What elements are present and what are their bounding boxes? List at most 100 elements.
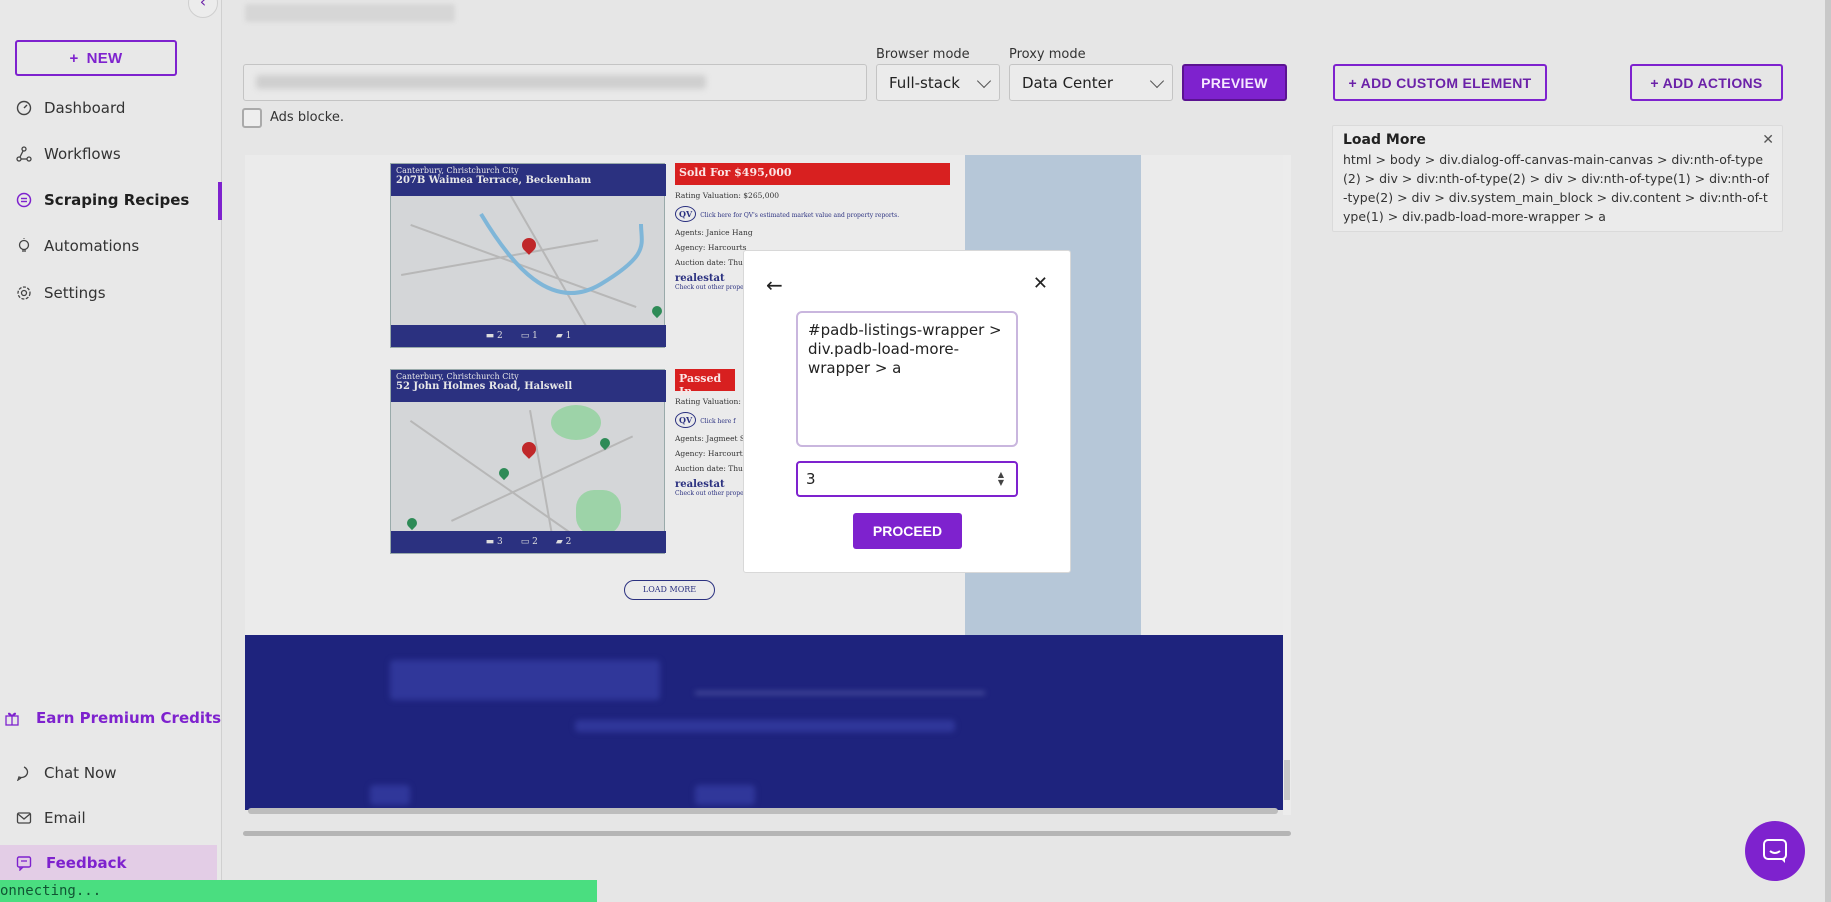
sidebar-item-label: Workflows <box>44 145 121 163</box>
proxy-mode-label: Proxy mode <box>1009 47 1086 62</box>
add-custom-element-button[interactable]: + ADD CUSTOM ELEMENT <box>1333 64 1547 101</box>
map-pin-icon <box>597 435 613 451</box>
bed-count: 2 <box>497 331 503 341</box>
repeat-count-input[interactable]: 3 ▲ ▼ <box>796 461 1018 497</box>
sidebar-item-scraping-recipes[interactable]: Scraping Recipes <box>0 182 222 220</box>
bed-count: 3 <box>497 537 503 547</box>
bed-icon: ▬ 2 <box>485 331 503 341</box>
repeat-count-value: 3 <box>806 470 816 488</box>
chat-bubble-icon <box>1763 839 1787 863</box>
page-vertical-scrollbar[interactable] <box>1825 0 1831 902</box>
email-label: Email <box>44 809 86 827</box>
bath-icon: ▭ 2 <box>520 537 538 547</box>
listing-suburb: Canterbury, Christchurch City <box>396 166 519 175</box>
element-title: Load More <box>1343 132 1426 148</box>
url-input[interactable] <box>243 64 867 101</box>
page-title <box>245 4 455 22</box>
bath-count: 1 <box>532 331 538 341</box>
number-stepper-icon[interactable]: ▲ ▼ <box>998 471 1004 487</box>
park-area <box>576 490 621 535</box>
chat-now-link[interactable]: Chat Now <box>0 755 222 791</box>
gauge-icon <box>16 100 32 116</box>
sidebar-item-settings[interactable]: Settings <box>0 275 222 311</box>
sidebar-item-dashboard[interactable]: Dashboard <box>0 90 222 126</box>
gear-icon <box>17 286 31 300</box>
selected-element-card[interactable]: Load More html > body > div.dialog-off-c… <box>1332 125 1783 232</box>
preview-vertical-scrollbar[interactable] <box>1283 155 1291 815</box>
gift-icon <box>5 712 19 726</box>
earn-premium-credits-link[interactable]: Earn Premium Credits <box>0 700 222 736</box>
listing-status: Sold For $495,000 <box>675 163 950 185</box>
back-arrow-icon[interactable]: ← <box>766 273 783 297</box>
bath-count: 2 <box>532 537 538 547</box>
qv-link[interactable]: Click here f <box>700 418 735 425</box>
add-actions-button[interactable]: + ADD ACTIONS <box>1630 64 1783 101</box>
mail-icon <box>16 812 32 824</box>
listing-address: 207B Waimea Terrace, Beckenham <box>396 175 592 186</box>
sidebar-item-label: Dashboard <box>44 99 126 117</box>
preview-horizontal-scrollbar[interactable] <box>248 808 1278 814</box>
selector-textarea[interactable]: #padb-listings-wrapper > div.padb-load-m… <box>796 311 1018 447</box>
chevron-down-icon <box>976 73 992 89</box>
rating-valuation: Rating Valuation: $265,000 <box>675 191 780 200</box>
email-link[interactable]: Email <box>0 800 222 836</box>
listing-features: ▬ 2 ▭ 1 ▰ 1 <box>391 325 666 347</box>
bed-icon: ▬ 3 <box>485 537 503 547</box>
sidebar-item-label: Scraping Recipes <box>44 191 190 209</box>
site-footer <box>245 635 1283 810</box>
ads-blocker-label: Ads blocke. <box>270 110 344 125</box>
proceed-button[interactable]: PROCEED <box>853 513 962 549</box>
new-button[interactable]: + NEW <box>15 40 177 76</box>
bath-icon: ▭ 1 <box>520 331 538 341</box>
sidebar: ‹ + NEW Dashboard Workflows Scraping Rec… <box>0 0 222 902</box>
close-icon[interactable]: ✕ <box>1033 273 1048 294</box>
chat-icon <box>16 766 29 781</box>
bulb-icon <box>18 238 30 252</box>
support-chat-button[interactable] <box>1745 821 1805 881</box>
listing-agents: Agents: Janice Hang <box>675 228 753 237</box>
map-pin-icon <box>496 465 512 481</box>
listing-features: ▬ 3 ▭ 2 ▰ 2 <box>391 531 666 553</box>
chat-label: Chat Now <box>44 764 117 782</box>
listing-suburb: Canterbury, Christchurch City <box>396 372 519 381</box>
feedback-icon <box>16 856 32 871</box>
ads-blocker-checkbox[interactable] <box>242 108 262 128</box>
element-selector-path: html > body > div.dialog-off-canvas-main… <box>1343 152 1769 224</box>
map-pin-icon <box>404 515 420 531</box>
browser-mode-value: Full-stack <box>889 73 960 92</box>
car-count: 1 <box>565 331 572 341</box>
collapse-sidebar-button[interactable]: ‹ <box>188 0 218 18</box>
sidebar-item-label: Automations <box>44 237 140 255</box>
preview-button[interactable]: PREVIEW <box>1182 64 1287 101</box>
qv-link[interactable]: Click here for QV's estimated market val… <box>700 212 899 219</box>
listing-map[interactable]: Canterbury, Christchurch City 207B Waime… <box>390 163 666 348</box>
proxy-mode-value: Data Center <box>1022 73 1114 92</box>
sidebar-item-workflows[interactable]: Workflows <box>0 136 222 172</box>
car-count: 2 <box>565 537 572 547</box>
url-value-redacted <box>256 75 706 89</box>
load-more-dialog: ← ✕ #padb-listings-wrapper > div.padb-lo… <box>743 250 1071 573</box>
car-icon: ▰ 1 <box>555 331 572 341</box>
new-button-label: NEW <box>86 49 123 67</box>
recipes-icon <box>16 192 32 208</box>
proxy-mode-select[interactable]: Data Center <box>1009 64 1173 101</box>
sidebar-item-automations[interactable]: Automations <box>0 228 222 264</box>
feedback-link[interactable]: Feedback <box>0 845 217 881</box>
listing-map[interactable]: Canterbury, Christchurch City 52 John Ho… <box>390 369 666 554</box>
browser-mode-label: Browser mode <box>876 47 970 62</box>
listing-header: Canterbury, Christchurch City 207B Waime… <box>391 164 666 196</box>
map-pin-icon <box>649 303 665 319</box>
browser-mode-select[interactable]: Full-stack <box>876 64 1000 101</box>
chevron-down-icon <box>1149 73 1165 89</box>
close-icon[interactable]: ✕ <box>1762 132 1774 148</box>
listing-address: 52 John Holmes Road, Halswell <box>396 381 573 392</box>
listing-status: Passed In <box>675 369 735 398</box>
car-icon: ▰ 2 <box>555 537 572 547</box>
scrollbar-thumb[interactable] <box>1284 760 1290 800</box>
listing-header: Canterbury, Christchurch City 52 John Ho… <box>391 370 666 402</box>
page-horizontal-scrollbar[interactable] <box>243 831 1291 836</box>
park-area <box>551 405 601 440</box>
workflow-icon <box>16 146 32 162</box>
river-icon <box>479 212 644 296</box>
load-more-button[interactable]: LOAD MORE <box>624 580 715 600</box>
